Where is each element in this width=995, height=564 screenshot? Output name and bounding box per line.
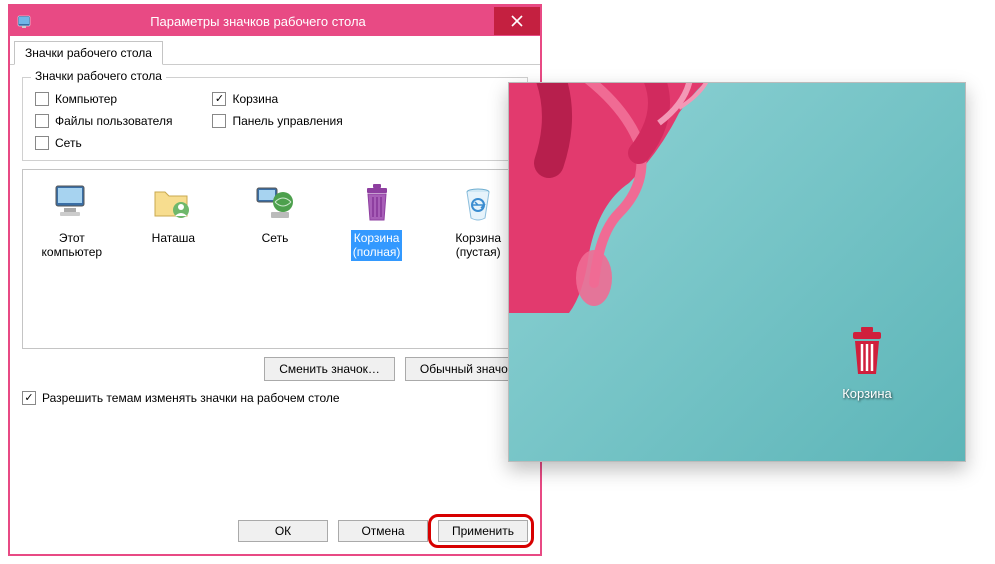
- checkbox-label: Файлы пользователя: [55, 114, 172, 128]
- allow-themes-checkbox[interactable]: Разрешить темам изменять значки на рабоч…: [22, 391, 528, 405]
- trash-empty-icon: [454, 178, 502, 226]
- control-panel-icon: [16, 12, 34, 30]
- groupbox-desktop-icons: Значки рабочего стола Компьютер Файлы по…: [22, 77, 528, 161]
- checkbox-network[interactable]: Сеть: [35, 136, 172, 150]
- this-computer-icon: [48, 178, 96, 226]
- checkbox-icon: [35, 136, 49, 150]
- close-button[interactable]: [494, 7, 540, 35]
- trash-full-icon: [353, 178, 401, 226]
- change-icon-button[interactable]: Сменить значок…: [264, 357, 395, 381]
- desktop-recycle-icon[interactable]: Корзина: [839, 324, 895, 401]
- titlebar: Параметры значков рабочего стола: [10, 6, 540, 36]
- checkbox-computer[interactable]: Компьютер: [35, 92, 172, 106]
- window-title: Параметры значков рабочего стола: [42, 14, 494, 29]
- dialog-body: Значки рабочего стола Значки рабочего ст…: [10, 36, 540, 554]
- icon-item-recycle-empty[interactable]: Корзина(пустая): [437, 178, 519, 261]
- icon-action-buttons: Сменить значок… Обычный значок: [22, 357, 528, 381]
- icon-label: Наташа: [150, 230, 197, 246]
- ok-button[interactable]: ОК: [238, 520, 328, 542]
- checkbox-userfiles[interactable]: Файлы пользователя: [35, 114, 172, 128]
- allow-themes-label: Разрешить темам изменять значки на рабоч…: [42, 391, 340, 405]
- tab-content: Значки рабочего стола Компьютер Файлы по…: [10, 65, 540, 510]
- icon-label: Корзина(полная): [351, 230, 403, 261]
- checkbox-icon: [212, 114, 226, 128]
- flower-decoration: [508, 82, 819, 313]
- icon-item-this-computer[interactable]: Этоткомпьютер: [31, 178, 113, 261]
- tab-desktop-icons[interactable]: Значки рабочего стола: [14, 41, 163, 65]
- icon-item-recycle-full[interactable]: Корзина(полная): [336, 178, 418, 261]
- checkbox-label: Панель управления: [232, 114, 342, 128]
- cancel-button[interactable]: Отмена: [338, 520, 428, 542]
- checkbox-label: Корзина: [232, 92, 278, 106]
- checkbox-icon: [35, 92, 49, 106]
- icon-preview-list: Этоткомпьютер Наташа: [22, 169, 528, 349]
- icon-item-user-folder[interactable]: Наташа: [133, 178, 215, 246]
- checkbox-icon: [212, 92, 226, 106]
- network-icon: [251, 178, 299, 226]
- desktop-preview: Корзина: [508, 82, 966, 462]
- checkbox-recycle[interactable]: Корзина: [212, 92, 342, 106]
- checkbox-label: Сеть: [55, 136, 82, 150]
- user-folder-icon: [149, 178, 197, 226]
- checkbox-icon: [35, 114, 49, 128]
- icon-label: Сеть: [260, 230, 291, 246]
- icon-item-network[interactable]: Сеть: [234, 178, 316, 246]
- trash-icon: [839, 324, 895, 380]
- tab-strip: Значки рабочего стола: [10, 36, 540, 65]
- checkbox-controlpanel[interactable]: Панель управления: [212, 114, 342, 128]
- groupbox-title: Значки рабочего стола: [31, 69, 166, 83]
- checkbox-icon: [22, 391, 36, 405]
- apply-button[interactable]: Применить: [438, 520, 528, 542]
- desktop-icon-settings-dialog: Параметры значков рабочего стола Значки …: [8, 4, 542, 556]
- desktop-icon-label: Корзина: [842, 386, 892, 401]
- icon-label: Корзина(пустая): [453, 230, 503, 261]
- icon-label: Этоткомпьютер: [40, 230, 105, 261]
- checkbox-label: Компьютер: [55, 92, 117, 106]
- close-icon: [511, 15, 523, 27]
- dialog-footer: ОК Отмена Применить: [10, 510, 540, 554]
